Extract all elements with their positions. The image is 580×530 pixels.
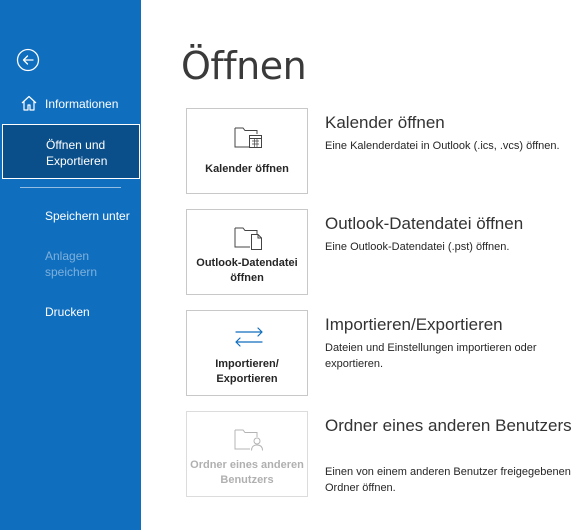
sidebar-item-label: Informationen [45, 97, 119, 111]
sidebar-item-drucken[interactable]: Drucken [0, 304, 141, 320]
option-description: Einen von einem anderen Benutzer freigeg… [325, 466, 571, 494]
sidebar-item-speichern-unter[interactable]: Speichern unter [0, 208, 141, 224]
sidebar-item-informationen[interactable]: Informationen [0, 94, 141, 116]
main-panel: Öffnen Kalender öffnen Kalender öffnen E… [141, 0, 580, 530]
sidebar-item-label: Öffnen und Exportieren [46, 138, 108, 168]
tile-label: Outlook-Datendatei öffnen [196, 257, 298, 284]
sidebar-item-label: Speichern unter [45, 209, 130, 223]
kalender-oeffnen-button[interactable]: Kalender öffnen [186, 108, 308, 194]
backstage-sidebar: Informationen Öffnen und Exportieren Spe… [0, 0, 141, 530]
option-title: Kalender öffnen [325, 113, 445, 132]
tile-label: Ordner eines anderen Benutzers [190, 459, 304, 486]
tile-label: Importieren/ Exportieren [215, 358, 279, 385]
sidebar-item-label: Drucken [45, 305, 90, 319]
data-file-folder-icon [234, 227, 262, 250]
option-description: Dateien und Einstellungen importieren od… [325, 342, 537, 370]
option-title: Importieren/Exportieren [325, 315, 503, 334]
page-title: Öffnen [181, 44, 307, 88]
import-export-arrows-icon [235, 327, 263, 347]
option-description: Eine Kalenderdatei in Outlook (.ics, .vc… [325, 140, 560, 152]
ordner-anderer-benutzer-button: Ordner eines anderen Benutzers [186, 411, 308, 497]
option-description: Eine Outlook-Datendatei (.pst) öffnen. [325, 241, 510, 253]
calendar-folder-icon [234, 127, 262, 148]
option-title: Outlook-Datendatei öffnen [325, 214, 524, 233]
outlook-datendatei-oeffnen-button[interactable]: Outlook-Datendatei öffnen [186, 209, 308, 295]
sidebar-item-oeffnen-exportieren[interactable]: Öffnen und Exportieren [2, 124, 140, 179]
tile-label: Kalender öffnen [205, 163, 289, 175]
sidebar-divider [20, 187, 121, 188]
back-arrow-circle-icon [16, 48, 40, 72]
sidebar-item-anlagen-speichern: Anlagen speichern [0, 248, 141, 280]
home-icon [21, 95, 37, 111]
back-button[interactable] [16, 48, 40, 72]
importieren-exportieren-button[interactable]: Importieren/ Exportieren [186, 310, 308, 396]
shared-user-folder-icon [234, 429, 263, 451]
sidebar-item-label: Anlagen speichern [45, 249, 98, 279]
option-title: Ordner eines anderen Benutzers [325, 416, 572, 435]
